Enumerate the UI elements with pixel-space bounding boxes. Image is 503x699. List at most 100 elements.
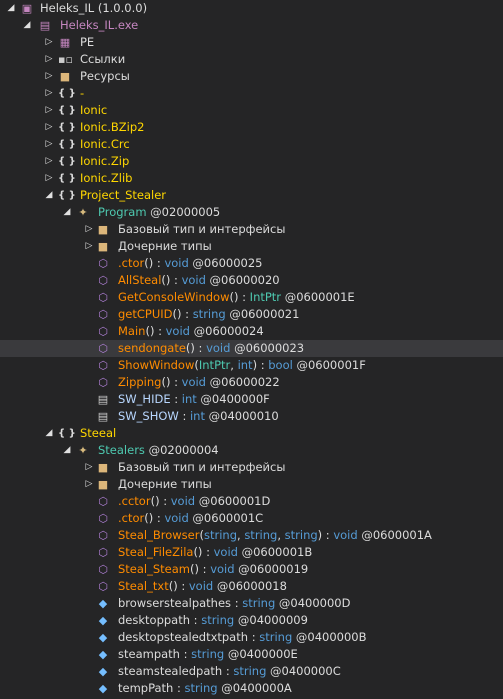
tree-node-method[interactable]: ⬡ Main() : void @06000024: [0, 323, 503, 340]
metadata-token: @0600001E: [281, 290, 355, 304]
field-name: steampath: [118, 647, 180, 661]
expand-arrow-icon[interactable]: ▷: [84, 476, 94, 493]
expand-arrow-icon[interactable]: ▷: [44, 136, 54, 153]
collapse-arrow-icon[interactable]: ◢: [44, 425, 54, 442]
tree-node-method[interactable]: ⬡ getCPUID() : string @06000021: [0, 306, 503, 323]
expand-arrow-icon[interactable]: ▷: [44, 119, 54, 136]
metadata-token: @0600001F: [292, 358, 366, 372]
tree-node-references[interactable]: ▷ ▪▫ Ссылки: [0, 51, 503, 68]
param-type: string: [244, 528, 278, 542]
expand-arrow-icon[interactable]: ▷: [44, 102, 54, 119]
tree-node-method[interactable]: ⬡ .ctor() : void @0600001C: [0, 510, 503, 527]
method-icon: ⬡: [98, 512, 108, 525]
expand-arrow-icon[interactable]: ▷: [44, 68, 54, 85]
separator: :: [231, 596, 243, 610]
tree-node-class[interactable]: ◢ ✦ Program @02000005: [0, 204, 503, 221]
tree-node-resources[interactable]: ▷ ■ Ресурсы: [0, 68, 503, 85]
tree-node-method[interactable]: ⬡ .cctor() : void @0600001D: [0, 493, 503, 510]
tree-node-method[interactable]: ⬡ AllSteal() : void @06000020: [0, 272, 503, 289]
tree-node-method[interactable]: ⬡ Zipping() : void @06000022: [0, 374, 503, 391]
tree-node-method[interactable]: ⬡ Steal_Browser(string, string, string) …: [0, 527, 503, 544]
metadata-token: @06000024: [189, 324, 264, 338]
method-name: Main: [118, 324, 146, 338]
field-icon: ◆: [98, 631, 108, 644]
field-label: steamstealedpath : string @0400000C: [118, 663, 341, 680]
tree-node-field[interactable]: ◆ browserstealpathes : string @0400000D: [0, 595, 503, 612]
expand-arrow-icon[interactable]: ▷: [44, 34, 54, 51]
field-name: SW_SHOW: [118, 409, 179, 423]
class-icon: ✦: [78, 206, 88, 219]
folder-icon: ■: [59, 70, 71, 83]
tree-node-namespace[interactable]: ▷ { } Ionic.Crc: [0, 136, 503, 153]
metadata-token: @06000021: [225, 307, 300, 321]
tree-node-namespace[interactable]: ▷ { } Ionic.Zip: [0, 153, 503, 170]
tree-node-field[interactable]: ◆ steamstealedpath : string @0400000C: [0, 663, 503, 680]
field-label: SW_SHOW : int @04000010: [118, 408, 279, 425]
expand-arrow-icon[interactable]: ▷: [44, 51, 54, 68]
tree-node-method[interactable]: ⬡ ShowWindow(IntPtr, int) : bool @060000…: [0, 357, 503, 374]
tree-node-constant[interactable]: ▤ SW_HIDE : int @0400000F: [0, 391, 503, 408]
field-icon: ◆: [98, 665, 108, 678]
tree-node-method[interactable]: ⬡ Steal_Steam() : void @06000019: [0, 561, 503, 578]
tree-node-method[interactable]: ⬡ .ctor() : void @06000025: [0, 255, 503, 272]
tree-node-method[interactable]: ⬡ Steal_FileZila() : void @0600001B: [0, 544, 503, 561]
tree-node-namespace[interactable]: ▷ { } Ionic.Zlib: [0, 170, 503, 187]
method-icon: ⬡: [98, 376, 108, 389]
return-type: IntPtr: [249, 290, 282, 304]
tree-node-field[interactable]: ◆ desktopstealedtxtpath : string @040000…: [0, 629, 503, 646]
class-icon: ✦: [78, 444, 88, 457]
metadata-token: @04000009: [234, 613, 308, 627]
tree-node-namespace[interactable]: ▷ { } Ionic: [0, 102, 503, 119]
tree-node-module[interactable]: ◢ ▤ Heleks_IL.exe: [0, 17, 503, 34]
tree-node-base-types[interactable]: ▷ ■ Базовый тип и интерфейсы: [0, 221, 503, 238]
module-icon: ▤: [39, 19, 51, 32]
return-type: void: [181, 375, 206, 389]
expand-arrow-icon[interactable]: ▷: [44, 85, 54, 102]
tree-node-namespace[interactable]: ▷ { } -: [0, 85, 503, 102]
tree-node-field[interactable]: ◆ tempPath : string @0400000A: [0, 680, 503, 697]
tree-node-class[interactable]: ◢ ✦ Stealers @02000004: [0, 442, 503, 459]
separator: :: [178, 409, 190, 423]
tree-node-derived-types[interactable]: ▷ ■ Дочерние типы: [0, 238, 503, 255]
expand-arrow-icon[interactable]: ▷: [84, 459, 94, 476]
field-name: tempPath: [118, 681, 174, 695]
tree-node-method[interactable]: ⬡ Steal_txt() : void @06000018: [0, 578, 503, 595]
separator: :: [222, 664, 234, 678]
tree-node-constant[interactable]: ▤ SW_SHOW : int @04000010: [0, 408, 503, 425]
tree-node-namespace[interactable]: ◢ { } Steeal: [0, 425, 503, 442]
collapse-arrow-icon[interactable]: ◢: [6, 0, 16, 17]
field-name: browserstealpathes: [118, 596, 232, 610]
method-icon: ⬡: [98, 342, 108, 355]
collapse-arrow-icon[interactable]: ◢: [62, 442, 72, 459]
tree-node-namespace[interactable]: ▷ { } Ionic.BZip2: [0, 119, 503, 136]
expand-arrow-icon[interactable]: ▷: [44, 170, 54, 187]
tree-node-namespace[interactable]: ◢ { } Project_Stealer: [0, 187, 503, 204]
tree-node-base-types[interactable]: ▷ ■ Базовый тип и интерфейсы: [0, 459, 503, 476]
return-type: void: [164, 511, 189, 525]
namespace-icon: { }: [58, 156, 76, 167]
tree-node-field[interactable]: ◆ steampath : string @0400000E: [0, 646, 503, 663]
references-icon: ▪▫: [58, 53, 73, 66]
tree-node-field[interactable]: ◆ desktoppath : string @04000009: [0, 612, 503, 629]
expand-arrow-icon[interactable]: ▷: [84, 238, 94, 255]
method-name: Steal_txt: [118, 579, 169, 593]
tree-node-method[interactable]: ⬡ GetConsoleWindow() : IntPtr @0600001E: [0, 289, 503, 306]
namespace-icon: { }: [58, 105, 76, 116]
collapse-arrow-icon[interactable]: ◢: [44, 187, 54, 204]
tree-node-pe[interactable]: ▷ ▦ PE: [0, 34, 503, 51]
collapse-arrow-icon[interactable]: ◢: [62, 204, 72, 221]
expand-arrow-icon[interactable]: ▷: [84, 221, 94, 238]
tree-node-assembly[interactable]: ◢ ▣ Heleks_IL (1.0.0.0): [0, 0, 503, 17]
expand-arrow-icon[interactable]: ▷: [44, 153, 54, 170]
separator: :: [170, 392, 182, 406]
tree-node-derived-types[interactable]: ▷ ■ Дочерние типы: [0, 476, 503, 493]
namespace-icon: { }: [58, 122, 76, 133]
method-icon: ⬡: [98, 529, 108, 542]
method-params: (): [144, 511, 154, 525]
namespace-label: Ionic.Zip: [80, 154, 130, 168]
method-name: getCPUID: [118, 307, 173, 321]
param-separator: ,: [277, 528, 285, 542]
tree-node-method-selected[interactable]: ⬡ sendongate() : void @06000023: [0, 340, 503, 357]
collapse-arrow-icon[interactable]: ◢: [22, 17, 32, 34]
metadata-token: @0400000F: [196, 392, 270, 406]
